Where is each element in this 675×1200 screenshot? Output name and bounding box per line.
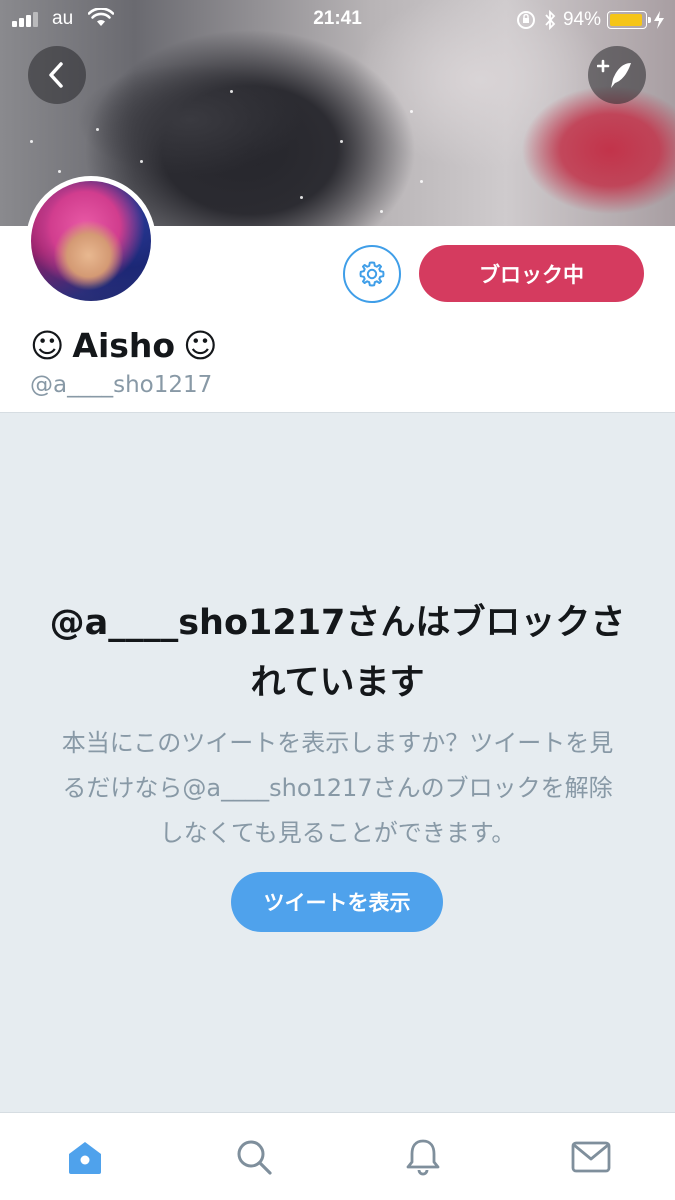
status-bar: au 21:41 94% [0, 0, 675, 40]
blocked-description: 本当にこのツイートを表示しますか？ツイートを見るだけなら@a____sho121… [61, 729, 614, 847]
blocked-title: @a____sho1217さんはブロックされています [49, 603, 626, 703]
orientation-lock-icon [516, 11, 535, 29]
profile-avatar[interactable] [26, 176, 156, 306]
bluetooth-icon [545, 9, 556, 31]
battery-level-fill [610, 14, 642, 26]
blocked-notice-panel: @a____sho1217さんはブロックされています 本当にこのツイートを表示し… [0, 412, 675, 1112]
home-icon [69, 1142, 101, 1174]
tab-home[interactable] [63, 1135, 107, 1179]
chevron-left-icon [49, 62, 63, 88]
profile-display-name: ☺ Aisho ☺ [30, 326, 217, 365]
back-button[interactable] [28, 46, 86, 104]
tab-messages[interactable] [569, 1135, 613, 1179]
compose-tweet-icon [597, 59, 631, 88]
compose-tweet-button[interactable] [588, 46, 646, 104]
gear-icon [359, 261, 385, 287]
show-tweets-button[interactable]: ツイートを表示 [231, 872, 443, 932]
smiley-emoji-suffix: ☺ [183, 326, 218, 365]
battery-percent: 94% [562, 9, 601, 30]
profile-settings-button[interactable] [343, 245, 401, 303]
tab-notifications[interactable] [401, 1135, 445, 1179]
status-right-group: 94% [515, 8, 665, 32]
smiley-emoji-prefix: ☺ [30, 326, 65, 365]
bottom-tab-bar [0, 1112, 675, 1200]
profile-handle: @a____sho1217 [30, 372, 213, 398]
battery-icon [607, 11, 651, 29]
envelope-icon [571, 1141, 611, 1173]
display-name-text: Aisho [72, 326, 176, 365]
bell-icon [406, 1139, 440, 1176]
charging-bolt-icon [654, 11, 664, 29]
search-icon [237, 1140, 272, 1175]
blocked-status-button[interactable]: ブロック中 [419, 245, 644, 302]
tab-search[interactable] [232, 1135, 276, 1179]
